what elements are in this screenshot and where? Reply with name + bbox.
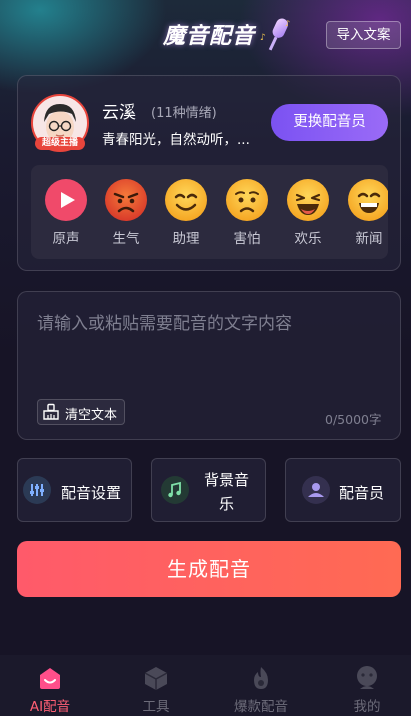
profile-icon [357,666,377,689]
cube-icon [144,667,168,690]
laugh-face-icon [287,179,329,221]
app-title: 魔音配音 [163,24,256,49]
voice-settings-label: 配音设置 [61,484,122,502]
background-music-label-line1: 背景音 [204,471,250,489]
emotion-label: 生气 [112,231,140,247]
voice-card: 超级主播 云溪 (11种情绪) 青春阳光，自然动听，... 更换配音员 原声 生… [17,75,401,271]
voice-name: 云溪 [102,103,136,123]
emotion-item-afraid[interactable]: 害怕 [224,178,270,247]
generate-voice-button[interactable]: 生成配音 [17,541,401,597]
text-input-area[interactable]: 请输入或粘贴需要配音的文字内容 清空文本 0/5000字 [17,291,401,440]
background-music-label-line2: 乐 [219,495,235,513]
bottom-navigation: AI配音 工具 爆款配音 我的 [0,655,411,716]
svg-text:♪: ♪ [285,19,290,28]
change-voice-button[interactable]: 更换配音员 [271,104,388,141]
emotion-label: 助理 [172,231,200,247]
clear-text-label: 清空文本 [65,408,118,423]
nav-label: 爆款配音 [234,699,288,715]
voice-actor-button[interactable]: 配音员 [285,458,401,522]
equalizer-icon [23,476,51,504]
nav-item-me[interactable]: 我的 [317,655,411,716]
background-music-button[interactable]: 背景音 乐 [151,458,266,522]
emotion-label: 害怕 [233,231,261,247]
import-text-button[interactable]: 导入文案 [326,21,401,49]
play-icon [45,179,87,221]
nav-label: AI配音 [29,699,71,715]
emotion-item-assistant[interactable]: 助理 [163,178,209,247]
emotion-item-happy[interactable]: 欢乐 [285,178,331,247]
top-bar: 魔音配音 ♪ ♪ 导入文案 [0,0,411,70]
voice-description: 青春阳光，自然动听，... [102,132,250,148]
host-badge: 超级主播 [35,137,85,150]
music-note-icon [161,476,189,504]
flame-icon [254,667,268,689]
emotion-label: 原声 [52,231,80,247]
worried-face-icon [226,179,268,221]
emotion-item-angry[interactable]: 生气 [103,178,149,247]
nav-item-tools[interactable]: 工具 [106,655,206,716]
clear-text-button[interactable]: 清空文本 [37,399,125,425]
emotion-count: (11种情绪) [151,106,217,121]
home-icon [40,668,60,689]
text-placeholder: 请输入或粘贴需要配音的文字内容 [37,314,292,334]
character-count: 0/5000字 [325,412,382,427]
emotion-label: 欢乐 [294,231,322,247]
nav-label: 我的 [353,699,381,715]
svg-text:♪: ♪ [260,33,266,43]
grin-face-icon [348,179,388,221]
emotion-item-original[interactable]: 原声 [43,178,89,247]
microphone-icon: ♪ ♪ [260,18,290,51]
person-icon [302,476,330,504]
emotion-item-news[interactable]: 新闻 [346,178,388,247]
angry-face-icon [105,179,147,221]
voice-actor-label: 配音员 [339,484,385,502]
nav-item-trending[interactable]: 爆款配音 [211,655,311,716]
nav-item-ai-voice[interactable]: AI配音 [0,655,100,716]
emotion-strip[interactable]: 原声 生气 助理 害怕 欢乐 新闻 [31,165,388,259]
smile-face-icon [165,179,207,221]
broom-icon [43,403,59,420]
emotion-label: 新闻 [355,231,383,247]
nav-label: 工具 [142,699,170,715]
voice-settings-button[interactable]: 配音设置 [17,458,132,522]
